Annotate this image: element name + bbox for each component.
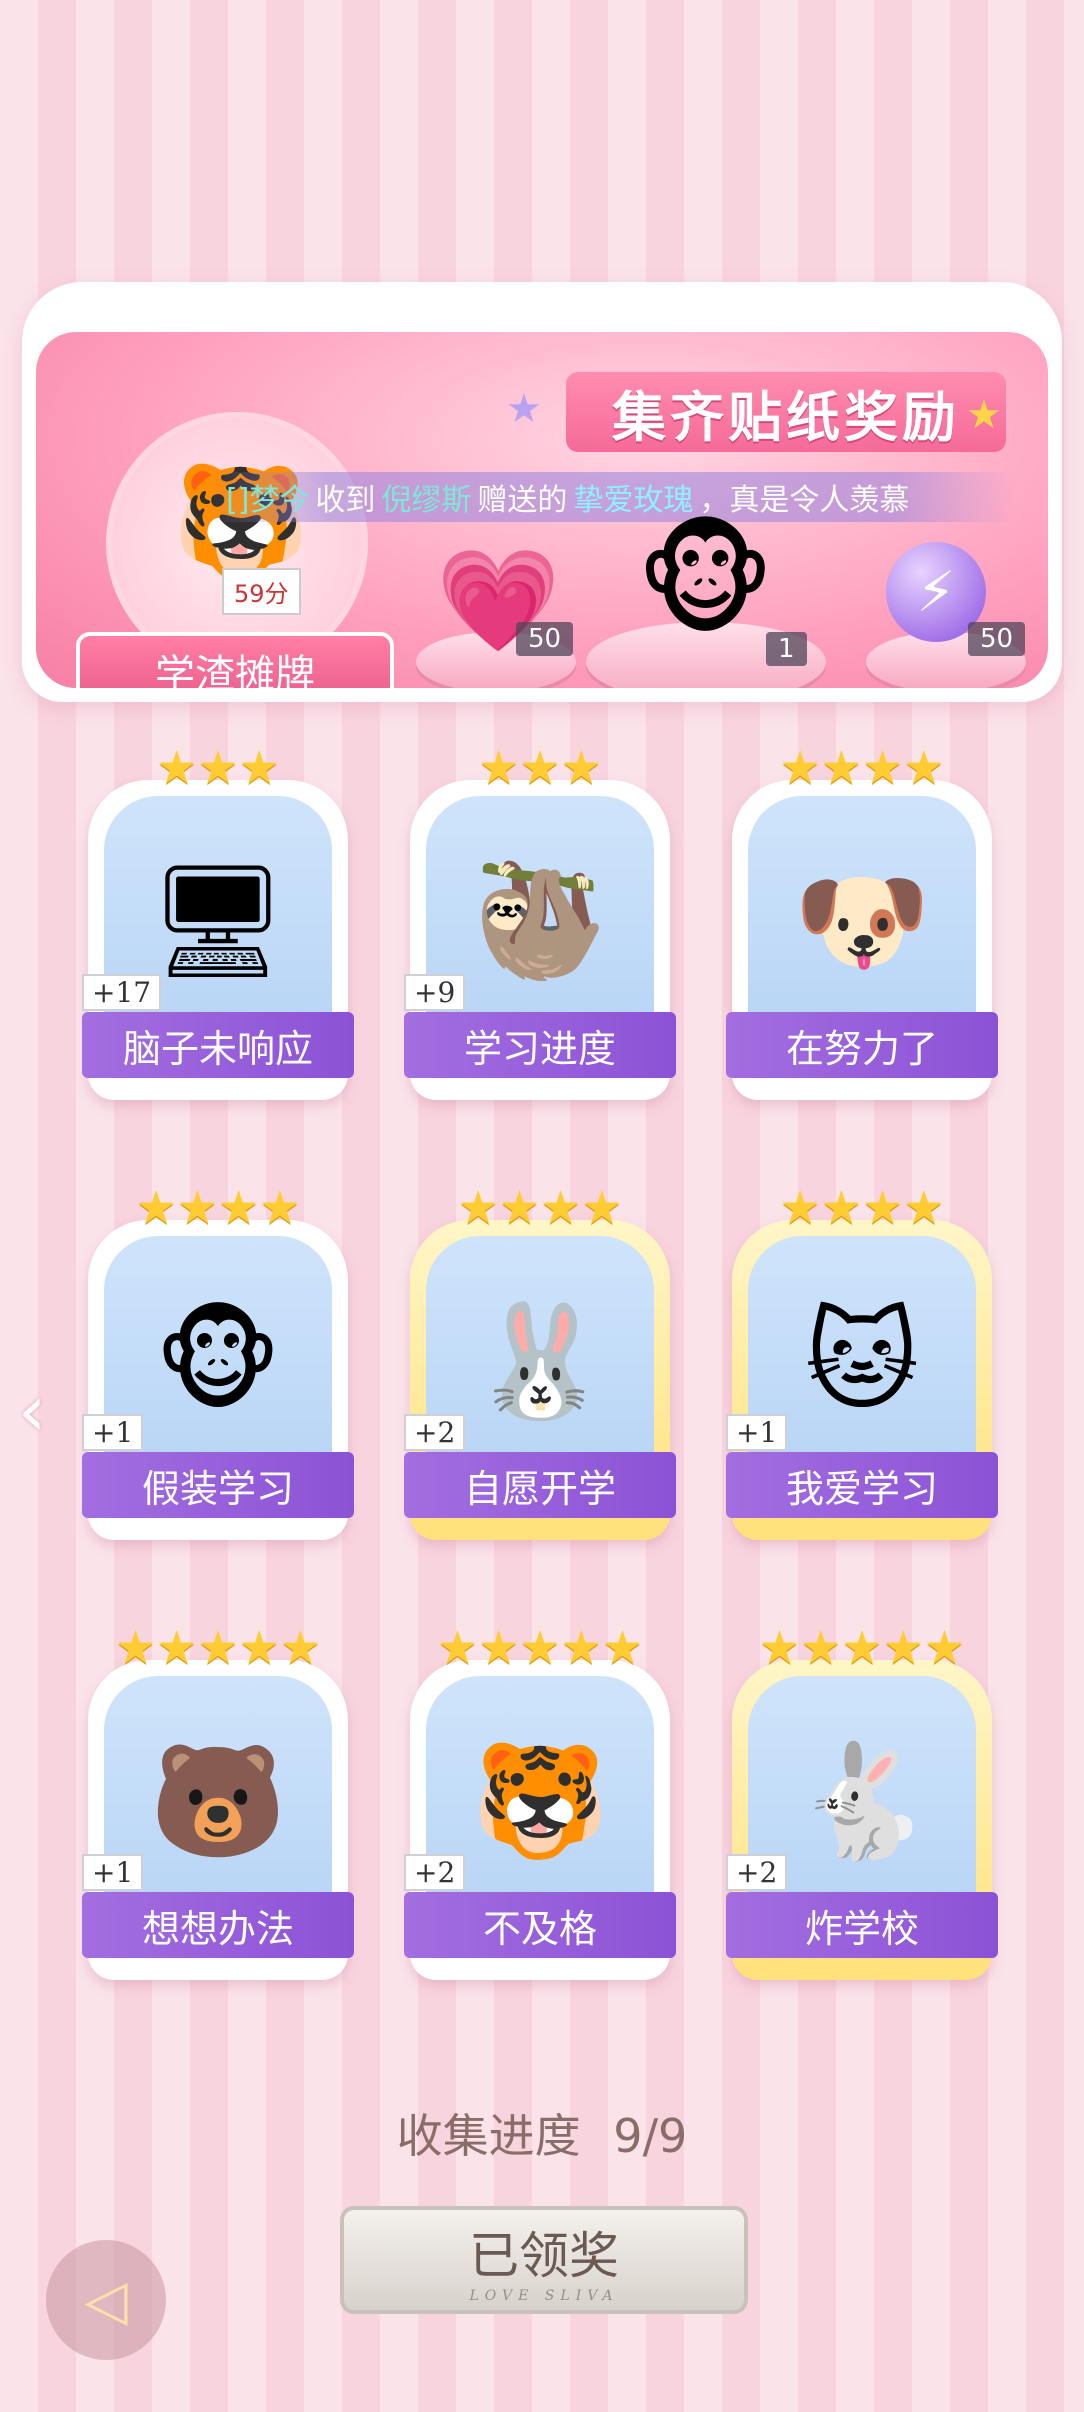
card-stars: ★★★★: [779, 740, 945, 794]
reward-banner: 🐯 59分 学渣摊牌 集齐贴纸奖励 ★ ★ []梦今 收到 倪缪斯 赠送的 挚爱…: [22, 282, 1062, 702]
sticker-card[interactable]: ★★★★ 🐱 我爱学习 +1: [726, 1180, 998, 1540]
gift-ticker: []梦今 收到 倪缪斯 赠送的 挚爱玫瑰 ，真是令人羡慕: [206, 472, 1016, 522]
back-arrow-icon: ◁: [84, 2267, 128, 2333]
star-icon: ★: [506, 386, 542, 432]
sticker-card[interactable]: ★★★★ 🐶 在努力了: [726, 740, 998, 1100]
progress-label: 收集进度: [396, 2109, 581, 2163]
card-title: 想想办法: [82, 1892, 354, 1958]
card-count-badge: +2: [404, 1414, 466, 1451]
banner-panel: 🐯 59分 学渣摊牌 集齐贴纸奖励 ★ ★ []梦今 收到 倪缪斯 赠送的 挚爱…: [36, 332, 1048, 688]
star-icon: ★: [966, 392, 1002, 438]
card-stars: ★★★★: [779, 1180, 945, 1234]
ticker-sender: 倪缪斯: [381, 483, 472, 518]
reward-count: 50: [516, 622, 574, 656]
sticker-card[interactable]: ★★★★★ 🐯 不及格 +2: [404, 1620, 676, 1980]
card-title: 在努力了: [726, 1012, 998, 1078]
ticker-text: 赠送的: [477, 483, 568, 518]
back-button[interactable]: ◁: [46, 2240, 166, 2360]
card-title: 脑子未响应: [82, 1012, 354, 1078]
collection-progress: 收集进度 9/9: [0, 2100, 1084, 2166]
card-title: 自愿开学: [404, 1452, 676, 1518]
card-stars: ★★★★★: [758, 1620, 966, 1674]
card-title: 假装学习: [82, 1452, 354, 1518]
card-stars: ★★★★: [135, 1180, 301, 1234]
card-count-badge: +2: [404, 1854, 466, 1891]
card-stars: ★★★: [478, 740, 602, 794]
card-count-badge: +1: [82, 1414, 144, 1451]
card-title: 不及格: [404, 1892, 676, 1958]
score-paper: 59分: [222, 568, 301, 615]
progress-value: 9/9: [613, 2109, 688, 2163]
card-count-badge: +9: [404, 974, 466, 1011]
claimed-button-sub: LOVE SLIVA: [469, 2288, 619, 2304]
card-count-badge: +1: [726, 1414, 788, 1451]
reward-count: 50: [968, 622, 1026, 656]
card-stars: ★★★★★: [114, 1620, 322, 1674]
card-count-badge: +1: [82, 1854, 144, 1891]
card-stars: ★★★★★: [436, 1620, 644, 1674]
card-art: 🐶: [748, 796, 976, 1046]
card-stars: ★★★: [156, 740, 280, 794]
sticker-card[interactable]: ★★★★★ 🐻 想想办法 +1: [82, 1620, 354, 1980]
card-count-badge: +2: [726, 1854, 788, 1891]
sticker-card[interactable]: ★★★★★ 🐇 炸学校 +2: [726, 1620, 998, 1980]
sticker-card[interactable]: ★★★★ 🐵 假装学习 +1: [82, 1180, 354, 1540]
ticker-text: 收到: [315, 483, 376, 518]
card-count-badge: +17: [82, 974, 162, 1011]
claimed-button[interactable]: 已领奖 LOVE SLIVA: [340, 2206, 748, 2314]
claimed-button-label: 已领奖: [469, 2227, 619, 2285]
avatar-label: 学渣摊牌: [76, 632, 394, 688]
card-title: 学习进度: [404, 1012, 676, 1078]
card-title: 我爱学习: [726, 1452, 998, 1518]
sticker-card[interactable]: ★★★★ 🐰 自愿开学 +2: [404, 1180, 676, 1540]
banner-title: 集齐贴纸奖励: [566, 372, 1006, 452]
monkey-icon: 🐵: [636, 512, 775, 651]
card-stars: ★★★★: [457, 1180, 623, 1234]
sticker-card[interactable]: ★★★ 🖥 脑子未响应 +17: [82, 740, 354, 1100]
ticker-user: []梦今: [226, 483, 310, 518]
previous-page-arrow-icon[interactable]: ‹: [18, 1370, 46, 1452]
sticker-card[interactable]: ★★★ 🦥 学习进度 +9: [404, 740, 676, 1100]
card-title: 炸学校: [726, 1892, 998, 1958]
reward-count: 1: [766, 632, 807, 666]
